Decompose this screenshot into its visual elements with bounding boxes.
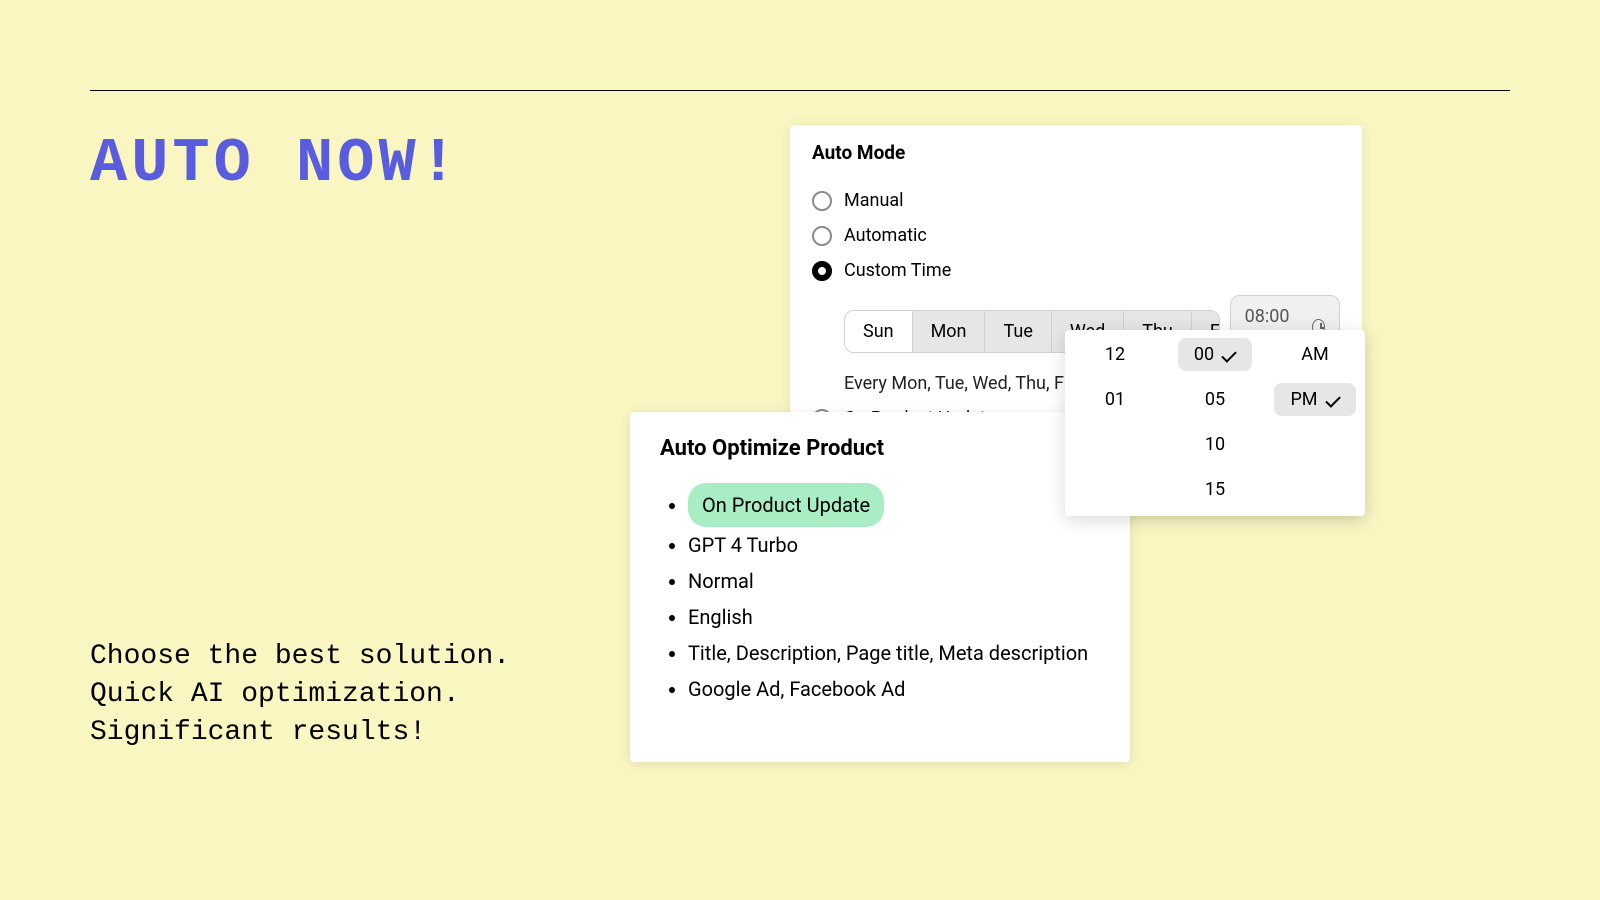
caption-line: Significant results! xyxy=(90,714,510,752)
day-mon[interactable]: Mon xyxy=(913,311,986,352)
marketing-caption: Choose the best solution. Quick AI optim… xyxy=(90,638,510,751)
radio-icon xyxy=(812,226,832,246)
ampm-option[interactable]: AM xyxy=(1285,338,1344,371)
highlighted-item: On Product Update xyxy=(688,483,884,527)
minute-label: 00 xyxy=(1194,344,1214,365)
check-icon xyxy=(1325,392,1341,408)
day-tue[interactable]: Tue xyxy=(985,311,1051,352)
auto-optimize-panel: Auto Optimize Product On Product Update … xyxy=(630,412,1130,762)
panel-title: Auto Mode xyxy=(812,141,1340,164)
list-item: Title, Description, Page title, Meta des… xyxy=(688,635,1100,671)
list-item: Normal xyxy=(688,563,1100,599)
divider xyxy=(90,90,1510,91)
minute-option[interactable]: 05 xyxy=(1189,383,1241,416)
minute-option[interactable]: 10 xyxy=(1189,428,1241,461)
ampm-label: PM xyxy=(1290,389,1317,410)
radio-icon xyxy=(812,261,832,281)
list-item: On Product Update xyxy=(688,483,1100,527)
panel-title: Auto Optimize Product xyxy=(660,436,1100,461)
hour-column: 12 01 xyxy=(1065,338,1165,508)
radio-label: Custom Time xyxy=(844,260,951,281)
radio-manual[interactable]: Manual xyxy=(812,190,1340,211)
list-item: Google Ad, Facebook Ad xyxy=(688,671,1100,707)
radio-automatic[interactable]: Automatic xyxy=(812,225,1340,246)
minute-option[interactable]: 00 xyxy=(1178,338,1252,371)
check-icon xyxy=(1221,347,1237,363)
radio-label: Manual xyxy=(844,190,904,211)
optimize-list: On Product Update GPT 4 Turbo Normal Eng… xyxy=(660,483,1100,707)
page-headline: AUTO NOW! xyxy=(90,128,461,199)
minute-option[interactable]: 15 xyxy=(1189,473,1241,506)
list-item: English xyxy=(688,599,1100,635)
list-item: GPT 4 Turbo xyxy=(688,527,1100,563)
radio-label: Automatic xyxy=(844,225,927,246)
ampm-option[interactable]: PM xyxy=(1274,383,1355,416)
radio-icon xyxy=(812,191,832,211)
caption-line: Choose the best solution. xyxy=(90,638,510,676)
ampm-column: AM PM xyxy=(1265,338,1365,508)
day-sun[interactable]: Sun xyxy=(845,311,913,352)
minute-column: 00 05 10 15 xyxy=(1165,338,1265,508)
hour-option[interactable]: 12 xyxy=(1089,338,1141,371)
caption-line: Quick AI optimization. xyxy=(90,676,510,714)
hour-option[interactable]: 01 xyxy=(1089,383,1141,416)
time-picker-popover: 12 01 00 05 10 15 AM PM xyxy=(1065,330,1365,516)
radio-custom-time[interactable]: Custom Time xyxy=(812,260,1340,281)
